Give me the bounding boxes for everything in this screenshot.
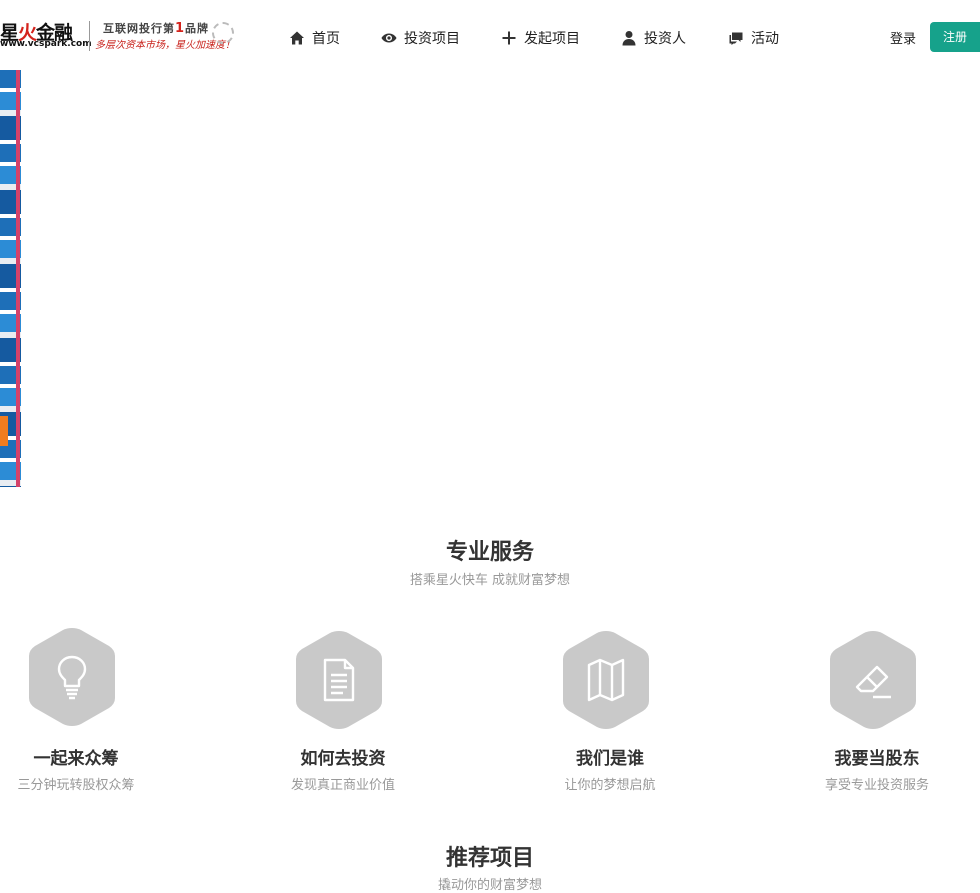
shareholder-hex[interactable] xyxy=(826,628,920,732)
projects-subtitle: 撬动你的财富梦想 xyxy=(437,878,542,893)
who-we-are-title: 我们是谁 xyxy=(576,749,644,769)
plus-icon xyxy=(502,31,516,45)
nav-invest-projects[interactable]: 投资项目 xyxy=(381,26,460,50)
crowdfunding-title: 一起来众筹 xyxy=(33,749,119,769)
nav-activities-label: 活动 xyxy=(751,31,779,47)
eye-icon xyxy=(381,33,397,43)
nav-home-label: 首页 xyxy=(312,31,340,47)
how-to-invest-hex[interactable] xyxy=(292,628,386,732)
nav-investors[interactable]: 投资人 xyxy=(621,26,686,50)
nav-launch-project[interactable]: 发起项目 xyxy=(501,26,580,50)
nav-investors-label: 投资人 xyxy=(644,31,686,47)
nav-invest-label: 投资项目 xyxy=(404,31,460,47)
user-icon xyxy=(622,31,636,46)
services-subtitle: 搭乘星火快车 成就财富梦想 xyxy=(409,573,571,588)
how-to-invest-title: 如何去投资 xyxy=(300,749,386,769)
services-title: 专业服务 xyxy=(445,540,534,565)
shareholder-title: 我要当股东 xyxy=(834,749,920,769)
document-icon xyxy=(323,658,355,702)
site-header: 星火金融 www.vcspark.com 互联网投行第1品牌 多层次资本市场，星… xyxy=(0,0,980,70)
site-logo[interactable]: 星火金融 www.vcspark.com 互联网投行第1品牌 多层次资本市场，星… xyxy=(0,18,240,58)
home-icon xyxy=(290,31,304,45)
nav-activities[interactable]: 活动 xyxy=(728,26,779,50)
login-link[interactable]: 登录 xyxy=(890,28,916,47)
register-button[interactable]: 注册 xyxy=(930,22,980,52)
crowdfunding-hex[interactable] xyxy=(25,625,119,729)
nav-launch-label: 发起项目 xyxy=(524,31,580,47)
logo-ring-icon xyxy=(212,22,234,44)
chat-icon xyxy=(729,32,743,45)
how-to-invest-subtitle: 发现真正商业价值 xyxy=(290,778,395,793)
crowdfunding-subtitle: 三分钟玩转股权众筹 xyxy=(17,778,135,793)
shareholder-subtitle: 享受专业投资服务 xyxy=(824,778,929,793)
lightbulb-icon xyxy=(57,655,87,700)
map-icon xyxy=(587,658,625,702)
who-we-are-hex[interactable] xyxy=(559,628,653,732)
logo-url: www.vcspark.com xyxy=(0,39,92,49)
logo-slogan: 互联网投行第1品牌 xyxy=(103,21,210,36)
logo-divider xyxy=(89,21,90,51)
eraser-icon xyxy=(855,665,891,699)
banner-carousel[interactable] xyxy=(0,70,21,487)
banner-edge xyxy=(16,70,20,487)
who-we-are-subtitle: 让你的梦想启航 xyxy=(564,778,656,793)
projects-title: 推荐项目 xyxy=(445,846,534,871)
banner-accent xyxy=(0,416,8,446)
nav-home[interactable]: 首页 xyxy=(289,26,340,50)
